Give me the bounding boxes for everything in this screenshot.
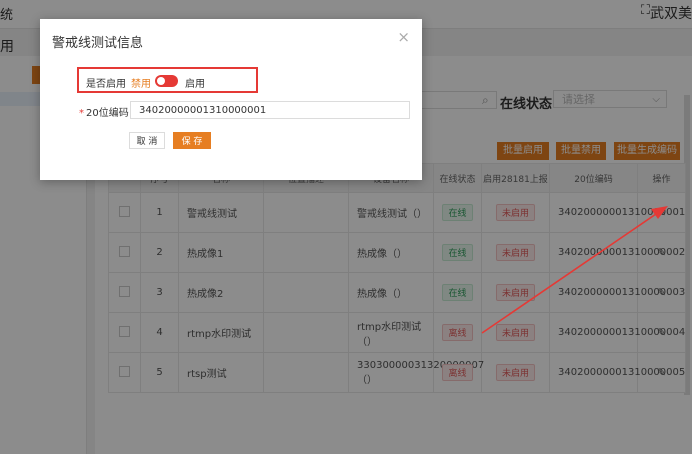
enable-field-label: 是否启用 <box>86 79 126 90</box>
toggle-enabled-text: 启用 <box>185 79 205 90</box>
enable-toggle[interactable] <box>155 75 178 87</box>
toggle-knob <box>157 77 165 85</box>
code-input[interactable] <box>130 101 410 119</box>
save-button[interactable]: 保 存 <box>173 132 211 149</box>
cancel-button[interactable]: 取 消 <box>129 132 165 149</box>
edit-dialog: 警戒线测试信息 × 是否启用 禁用 启用 *20位编码 取 消 保 存 <box>40 19 422 180</box>
code-field-label: * 20位编码 <box>79 104 129 119</box>
required-marker: * <box>79 108 84 119</box>
close-icon[interactable]: × <box>397 28 410 46</box>
dialog-title: 警戒线测试信息 <box>52 36 144 51</box>
toggle-disabled-text: 禁用 <box>131 79 151 90</box>
code-label-text: 20位编码 <box>86 108 129 119</box>
